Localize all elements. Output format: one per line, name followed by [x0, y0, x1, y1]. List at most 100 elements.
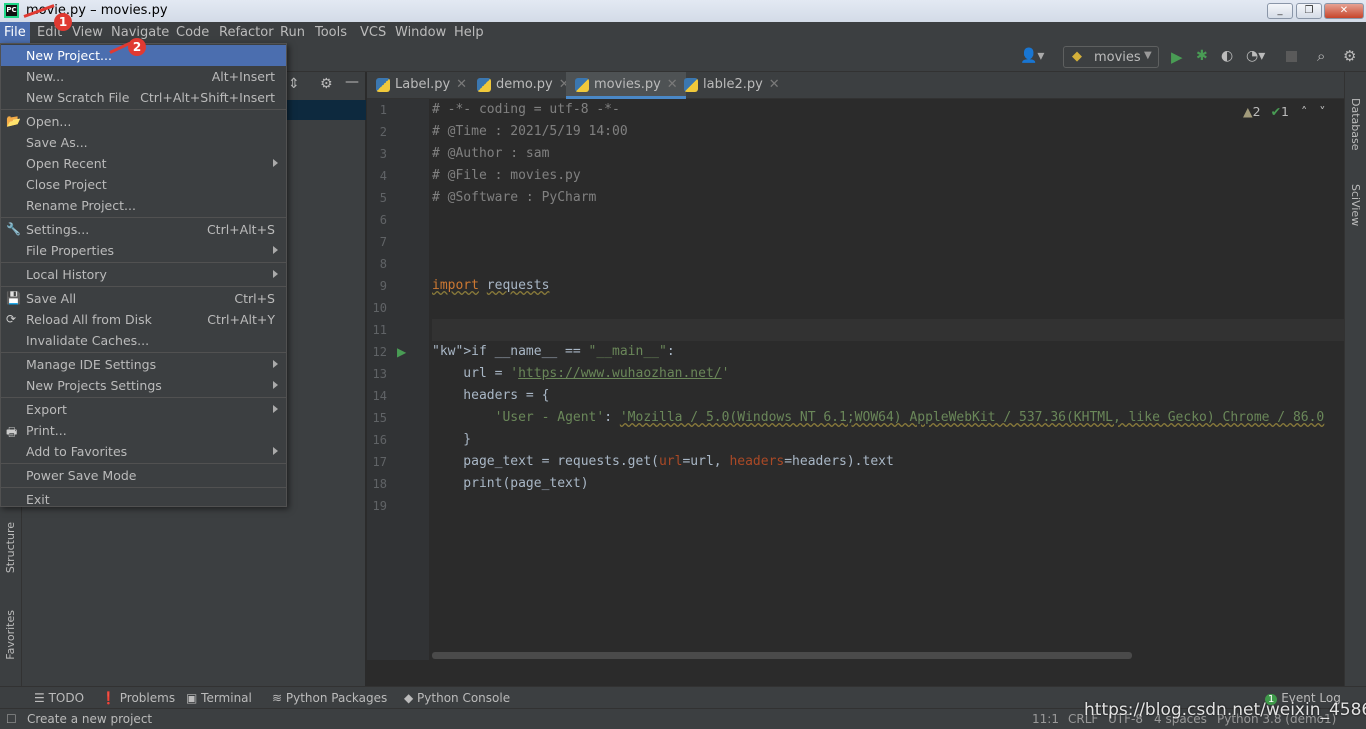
menu-window[interactable]: Window — [395, 25, 446, 40]
structure-tab[interactable]: Structure — [4, 522, 17, 573]
run-config-label: movies — [1094, 50, 1141, 65]
save-icon: 💾 — [6, 291, 21, 305]
todo-tab[interactable]: ☰ TODO — [34, 691, 84, 705]
line-number: 18 — [372, 477, 387, 491]
chevron-up-icon[interactable]: ˄ — [1301, 104, 1307, 119]
debug-icon[interactable]: ✱ — [1196, 48, 1208, 64]
menu-item-label: Power Save Mode — [26, 468, 137, 483]
run-icon[interactable]: ▶ — [1171, 48, 1183, 66]
menu-item-label: Exit — [26, 492, 50, 507]
menu-item-open[interactable]: 📂 Open... — [1, 111, 286, 132]
profile-icon[interactable]: ◔▾ — [1246, 48, 1265, 64]
chevron-down-icon: ▼ — [1144, 50, 1152, 61]
menu-item-add-to-favorites[interactable]: Add to Favorites — [1, 441, 286, 462]
menu-item-save-all[interactable]: 💾 Save All Ctrl+S — [1, 288, 286, 309]
user-icon[interactable]: 👤▾ — [1020, 48, 1044, 64]
menu-separator — [1, 397, 286, 398]
close-tab-icon[interactable]: ✕ — [456, 77, 467, 92]
selected-tree-row[interactable] — [286, 100, 366, 120]
menu-item-label: Settings... — [26, 222, 90, 237]
stop-icon[interactable] — [1286, 51, 1297, 62]
close-button[interactable]: ✕ — [1324, 3, 1364, 19]
menu-item-label: Add to Favorites — [26, 444, 128, 459]
inspection-widget[interactable]: ▲2 ✔1 ˄ ˅ — [1243, 104, 1325, 119]
line-number: 1 — [379, 103, 387, 117]
warning-count: 2 — [1252, 104, 1261, 119]
line-number: 5 — [379, 191, 387, 205]
menu-item-save-as[interactable]: Save As... — [1, 132, 286, 153]
hide-icon[interactable]: — — [345, 74, 359, 90]
close-tab-icon[interactable]: ✕ — [769, 77, 780, 92]
tab-demo-py[interactable]: demo.py ✕ — [468, 72, 578, 99]
menu-item-local-history[interactable]: Local History — [1, 264, 286, 285]
menu-item-invalidate-caches[interactable]: Invalidate Caches... — [1, 330, 286, 351]
todo-label: TODO — [48, 691, 85, 705]
menu-item-file-properties[interactable]: File Properties — [1, 240, 286, 261]
submenu-arrow-icon — [273, 405, 278, 413]
menu-item-label: Manage IDE Settings — [26, 357, 157, 372]
run-gutter-icon[interactable]: ▶ — [397, 345, 406, 359]
submenu-arrow-icon — [273, 246, 278, 254]
menu-help[interactable]: Help — [454, 25, 484, 40]
line-number: 7 — [379, 235, 387, 249]
code-editor[interactable]: # -*- coding = utf-8 -*- # @Time : 2021/5… — [432, 99, 1344, 660]
tab-lable2-py[interactable]: lable2.py ✕ — [675, 72, 788, 99]
menu-item-new-scratch-file[interactable]: New Scratch File Ctrl+Alt+Shift+Insert — [1, 87, 286, 108]
favorites-tab[interactable]: Favorites — [4, 610, 17, 660]
code-line: page_text = requests.get(url=url, header… — [432, 454, 894, 469]
maximize-button[interactable]: ❐ — [1296, 3, 1322, 19]
line-number: 12 — [372, 345, 387, 359]
python-packages-label: Python Packages — [285, 691, 388, 705]
caret-position[interactable]: 11:1 — [1032, 712, 1059, 726]
menu-item-rename-project[interactable]: Rename Project... — [1, 195, 286, 216]
line-number: 11 — [372, 323, 387, 337]
menu-item-open-recent[interactable]: Open Recent — [1, 153, 286, 174]
menu-view[interactable]: View — [72, 25, 103, 40]
database-tab[interactable]: Database — [1349, 98, 1362, 151]
menu-item-new-projects-settings[interactable]: New Projects Settings — [1, 375, 286, 396]
code-line: "kw">if __name__ == "__main__": — [432, 344, 675, 359]
menu-item-close-project[interactable]: Close Project — [1, 174, 286, 195]
minimize-button[interactable]: _ — [1267, 3, 1293, 19]
menu-item-settings[interactable]: 🔧 Settings... Ctrl+Alt+S — [1, 219, 286, 240]
menu-item-reload-all-from-disk[interactable]: ⟳ Reload All from Disk Ctrl+Alt+Y — [1, 309, 286, 330]
gear-icon[interactable]: ⚙ — [320, 76, 333, 92]
menu-file[interactable]: File — [0, 22, 30, 44]
coverage-icon[interactable]: ◐ — [1221, 48, 1233, 64]
code-line: # -*- coding = utf-8 -*- — [432, 102, 620, 117]
menu-tools[interactable]: Tools — [315, 25, 347, 40]
search-icon[interactable]: ⌕ — [1317, 47, 1325, 65]
menu-refactor[interactable]: Refactor — [219, 25, 274, 40]
status-icon: ☐ — [6, 712, 17, 726]
python-packages-tab[interactable]: ≋ Python Packages — [272, 691, 387, 705]
menu-item-new[interactable]: New... Alt+Insert — [1, 66, 286, 87]
menu-item-export[interactable]: Export — [1, 399, 286, 420]
reload-icon: ⟳ — [6, 312, 17, 326]
code-line: # @Software : PyCharm — [432, 190, 597, 205]
line-number: 14 — [372, 389, 387, 403]
gear-icon[interactable]: ⚙ — [1343, 47, 1356, 65]
menu-item-power-save-mode[interactable]: Power Save Mode — [1, 465, 286, 486]
run-config-selector[interactable]: ◆ movies ▼ — [1063, 46, 1159, 68]
submenu-arrow-icon — [273, 270, 278, 278]
editor-tabs: Label.py ✕ demo.py ✕ movies.py ✕ lable2.py ✕ — [367, 72, 1344, 99]
file-menu-dropdown: New Project... New... Alt+Insert New Scratc… — [0, 43, 287, 507]
menu-item-exit[interactable]: Exit — [1, 489, 286, 510]
tab-label-py[interactable]: Label.py ✕ — [367, 72, 475, 99]
sciview-tab[interactable]: SciView — [1349, 184, 1362, 226]
menu-separator — [1, 463, 286, 464]
horizontal-scrollbar[interactable] — [432, 652, 1132, 659]
python-console-tab[interactable]: ◆ Python Console — [404, 691, 510, 705]
problems-tab[interactable]: ❗ Problems — [101, 691, 175, 705]
menu-item-print[interactable]: 🖶 Print... — [1, 420, 286, 441]
menu-item-manage-ide-settings[interactable]: Manage IDE Settings — [1, 354, 286, 375]
menu-run[interactable]: Run — [280, 25, 305, 40]
chevron-down-icon[interactable]: ˅ — [1319, 104, 1325, 119]
collapse-all-icon[interactable]: ⇕ — [288, 76, 300, 92]
menu-vcs[interactable]: VCS — [360, 25, 386, 40]
tab-movies-py[interactable]: movies.py ✕ — [566, 72, 686, 99]
menu-code[interactable]: Code — [176, 25, 209, 40]
title-bar: PC movie.py – movies.py _ ❐ ✕ — [0, 0, 1366, 22]
line-gutter: 1 2 3 4 5 6 7 8 9 10 11 12 13 14 15 16 17 18 19 — [367, 99, 429, 660]
terminal-tab[interactable]: ▣ Terminal — [186, 691, 252, 705]
